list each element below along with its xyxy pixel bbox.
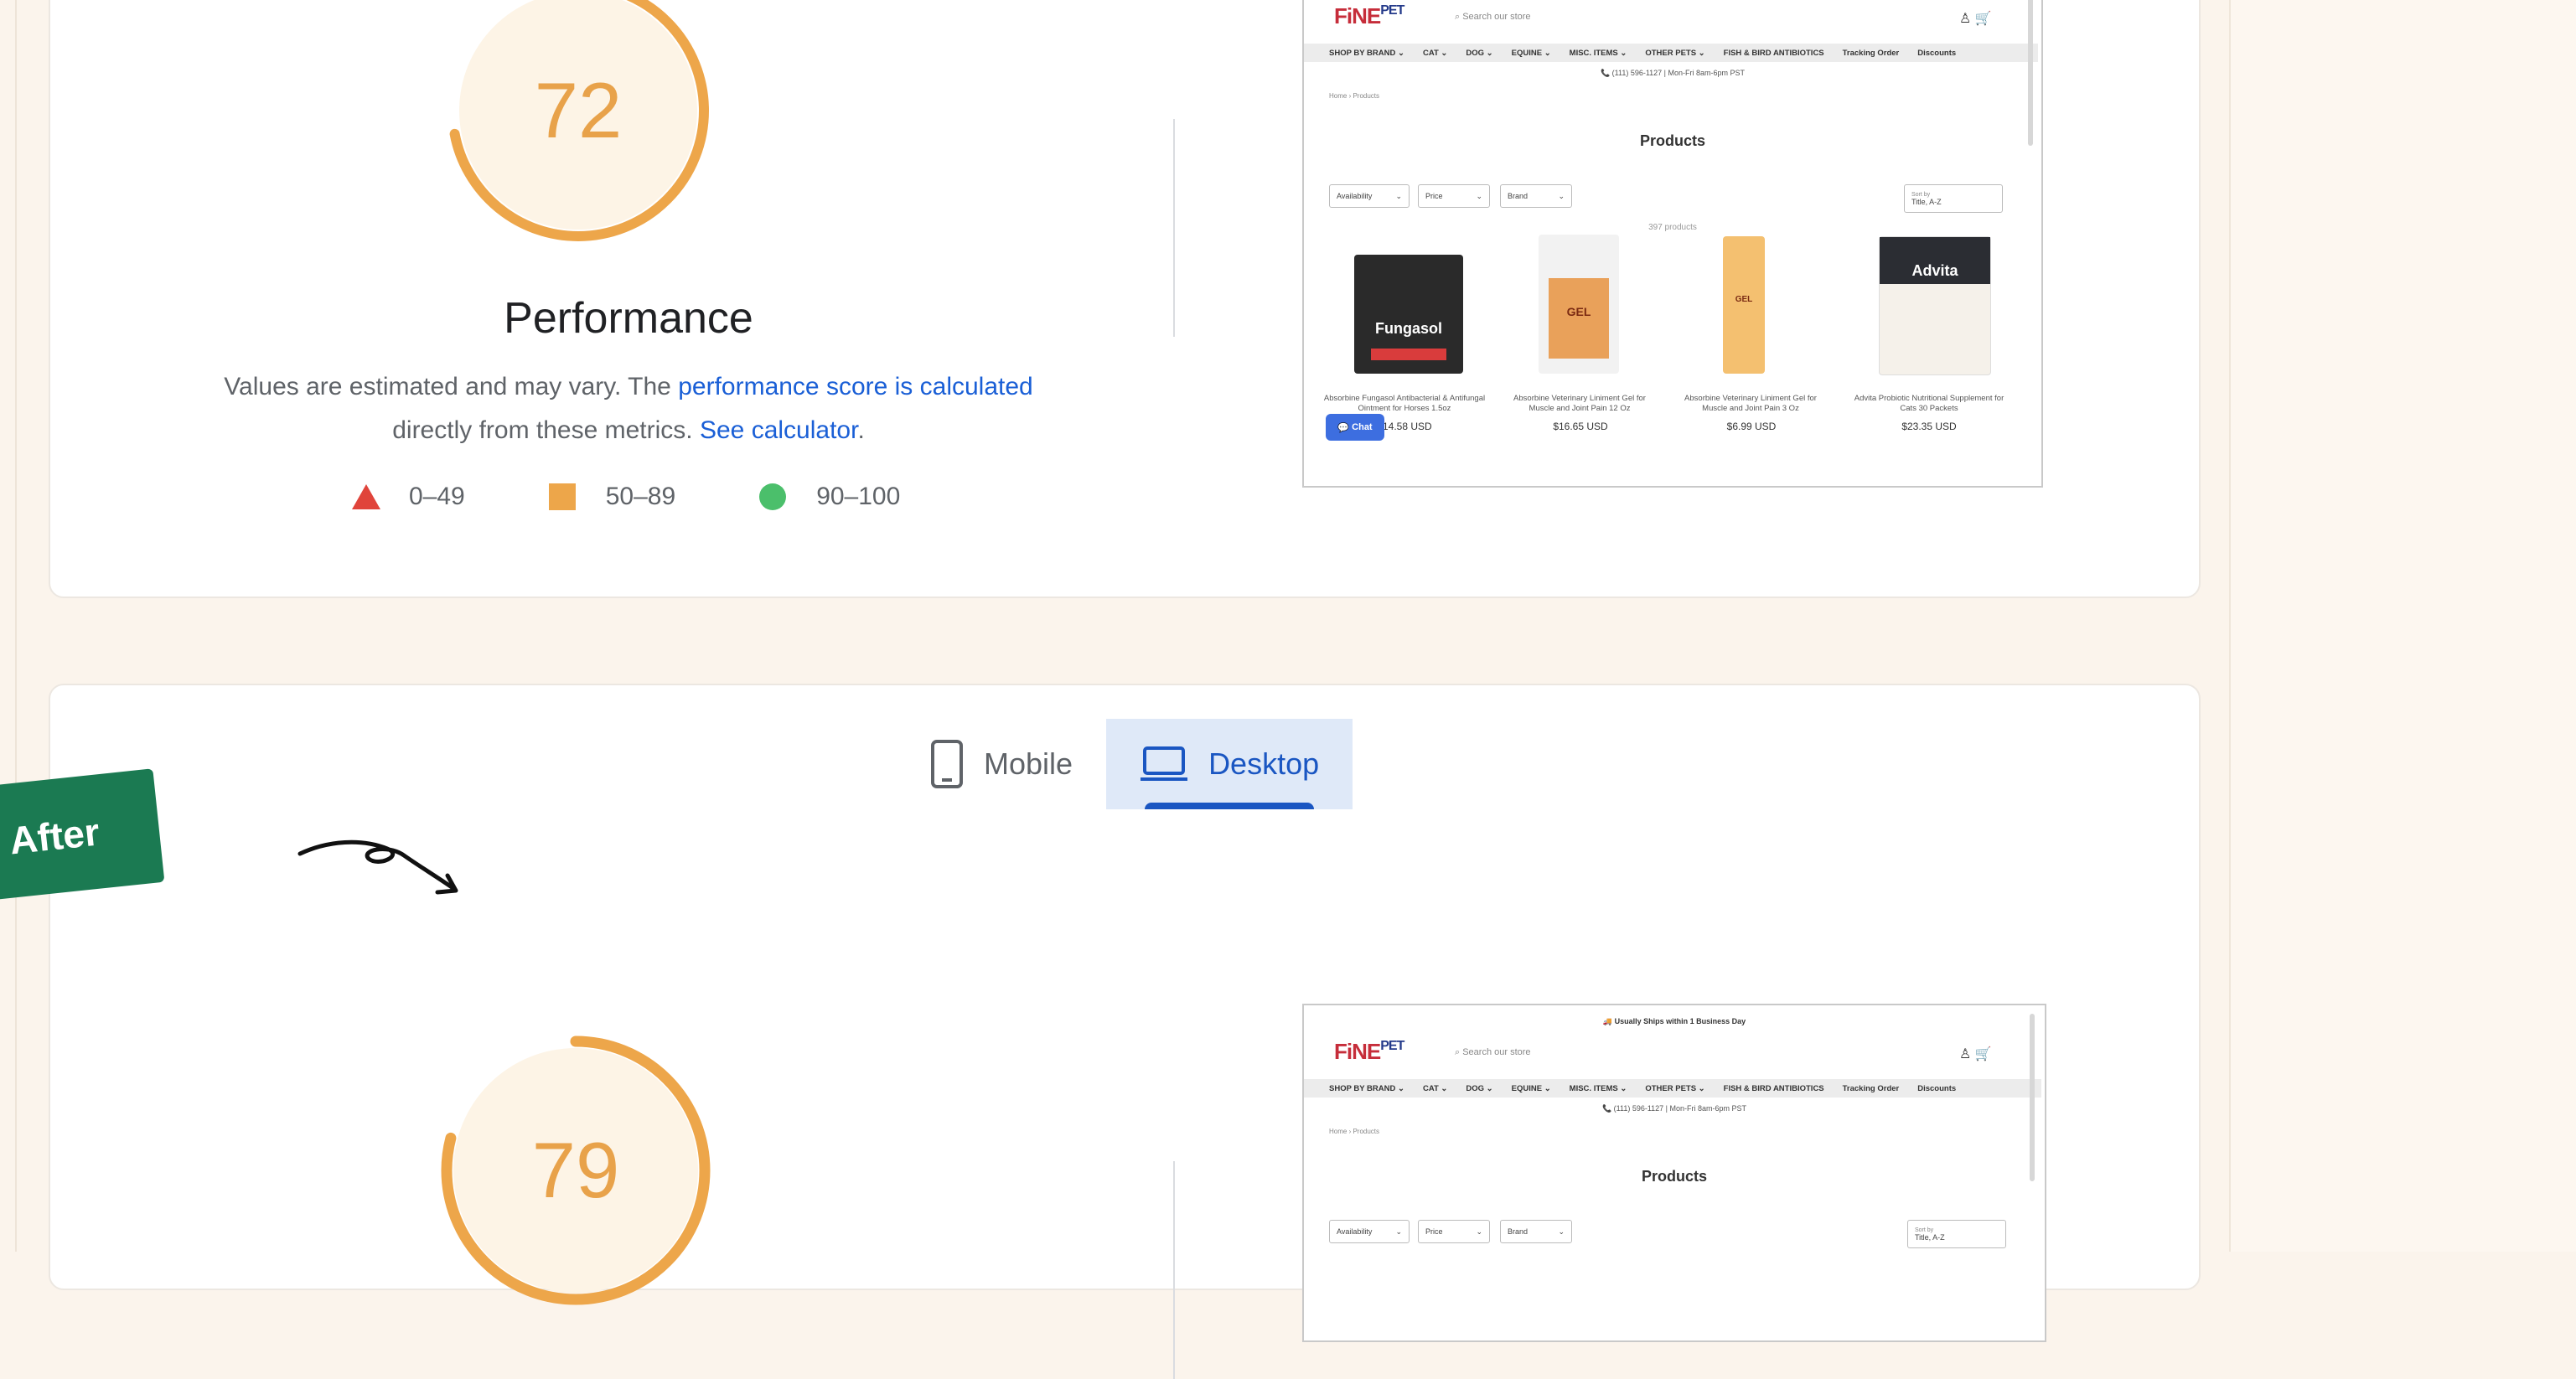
product-count: 397 products [1648, 223, 1697, 232]
filter-price: Price ⌄ [1418, 1220, 1490, 1243]
chat-bubble: 💬 Chat [1326, 414, 1384, 441]
product-name: Advita Probiotic Nutritional Supplement … [1854, 394, 2004, 413]
site-logo: FiNEPET [1334, 3, 1404, 28]
curved-arrow-icon [297, 839, 458, 895]
site-breadcrumb: Home › Products [1329, 92, 1380, 100]
site-nav-item: OTHER PETS ⌄ [1645, 48, 1705, 58]
tab-mobile-label: Mobile [984, 746, 1073, 781]
category-title: Performance [504, 294, 753, 343]
circle-icon [759, 483, 787, 510]
product-image: Fungasol [1354, 255, 1463, 374]
score-description: Values are estimated and may vary. The p… [184, 365, 1073, 452]
vertical-divider [1173, 1161, 1175, 1379]
site-nav-item: FISH & BIRD ANTIBIOTICS [1723, 1083, 1824, 1093]
product-name: Absorbine Veterinary Liniment Gel for Mu… [1684, 394, 1817, 413]
site-nav: SHOP BY BRAND ⌄ CAT ⌄ DOG ⌄ EQUINE ⌄ MISC. I… [1304, 44, 2038, 62]
product-image: GEL [1723, 236, 1765, 374]
tab-mobile[interactable]: Mobile [897, 719, 1106, 809]
site-breadcrumb: Home › Products [1329, 1128, 1380, 1135]
score-value: 72 [534, 66, 623, 154]
product-price: $23.35 USD [1901, 421, 1957, 432]
site-nav-item: MISC. ITEMS ⌄ [1569, 48, 1627, 58]
after-badge: After [0, 768, 165, 904]
legend-pass: 90–100 [759, 483, 900, 511]
scrollbar [2028, 0, 2033, 146]
site-search-placeholder: Search our store [1462, 12, 1531, 22]
active-tab-indicator [1145, 803, 1315, 809]
legend-average: 50–89 [548, 483, 676, 511]
site-nav-item: EQUINE ⌄ [1511, 48, 1551, 58]
performance-card-before: 72 Performance Values are estimated and … [49, 0, 2201, 598]
site-nav: SHOP BY BRAND ⌄ CAT ⌄ DOG ⌄ EQUINE ⌄ MISC. I… [1304, 1079, 2041, 1098]
desc-text: Values are estimated and may vary. The [224, 373, 679, 400]
filter-price: Price ⌄ [1418, 184, 1490, 208]
account-cart-icons: ♙ 🛒 [1959, 12, 1992, 26]
site-search: ⌕ Search our store [1455, 1047, 1531, 1057]
site-nav-item: DOG ⌄ [1466, 1083, 1493, 1093]
tab-desktop[interactable]: Desktop [1106, 719, 1353, 809]
square-icon [548, 483, 576, 510]
filter-brand: Brand ⌄ [1500, 184, 1572, 208]
filter-availability: Availability ⌄ [1329, 184, 1410, 208]
site-nav-item: MISC. ITEMS ⌄ [1569, 1083, 1627, 1093]
triangle-icon [352, 484, 380, 509]
site-nav-item: EQUINE ⌄ [1511, 1083, 1551, 1093]
ship-banner: 🚚 Usually Ships within 1 Business Day [1602, 1017, 1746, 1025]
right-column [2229, 0, 2576, 1252]
site-nav-item: FISH & BIRD ANTIBIOTICS [1723, 48, 1824, 58]
product-name: Absorbine Fungasol Antibacterial & Antif… [1323, 394, 1486, 413]
page-screenshot-after: 🚚 Usually Ships within 1 Business Day Fi… [1302, 1004, 2046, 1342]
legend-average-label: 50–89 [605, 483, 676, 510]
score-legend: 0–49 50–89 90–100 [352, 483, 984, 511]
site-nav-item: Discounts [1917, 1083, 1957, 1093]
vertical-divider [1173, 119, 1175, 337]
device-tabs: Mobile Desktop [897, 719, 1353, 809]
legend-fail-label: 0–49 [409, 483, 465, 510]
account-cart-icons: ♙ 🛒 [1959, 1047, 1992, 1061]
site-nav-item: CAT ⌄ [1422, 1083, 1448, 1093]
site-search-placeholder: Search our store [1462, 1047, 1531, 1057]
site-phone: 📞 (111) 596-1127 | Mon-Fri 8am-6pm PST [1601, 1104, 1747, 1113]
phone-icon [931, 740, 963, 788]
site-nav-item: Discounts [1917, 48, 1957, 58]
score-gauge-before: 72 [444, 0, 712, 245]
site-nav-item: CAT ⌄ [1422, 48, 1448, 58]
site-search: ⌕ Search our store [1455, 12, 1531, 22]
sort-select: Sort by Title, A-Z [1904, 184, 2003, 213]
site-logo: FiNEPET [1334, 1039, 1404, 1064]
product-price: $16.65 USD [1553, 421, 1608, 432]
score-value: 79 [531, 1126, 620, 1214]
filter-brand: Brand ⌄ [1500, 1220, 1572, 1243]
legend-pass-label: 90–100 [816, 483, 901, 510]
page-screenshot-before: FiNEPET ⌕ Search our store ♙ 🛒 SHOP BY B… [1302, 0, 2043, 488]
site-nav-item: DOG ⌄ [1466, 48, 1493, 58]
left-rule [15, 0, 17, 1252]
site-phone: 📞 (111) 596-1127 | Mon-Fri 8am-6pm PST [1600, 69, 1746, 77]
product-image: Advita [1879, 236, 1991, 375]
desc-period: . [857, 416, 865, 444]
site-heading: Products [1641, 1168, 1707, 1185]
desc-text-2: directly from these metrics. [392, 416, 700, 444]
sort-select: Sort by Title, A-Z [1907, 1220, 2006, 1248]
site-nav-item: OTHER PETS ⌄ [1645, 1083, 1705, 1093]
laptop-icon [1141, 746, 1188, 781]
score-gauge-after: 79 [437, 1032, 714, 1309]
site-heading: Products [1639, 132, 1705, 149]
tab-desktop-label: Desktop [1208, 746, 1320, 781]
site-nav-item: SHOP BY BRAND ⌄ [1329, 48, 1404, 58]
scrollbar [2030, 1014, 2035, 1181]
filter-availability: Availability ⌄ [1329, 1220, 1410, 1243]
site-nav-item: Tracking Order [1842, 1083, 1900, 1093]
legend-fail: 0–49 [352, 483, 465, 511]
product-image: GEL [1539, 235, 1619, 374]
product-name: Absorbine Veterinary Liniment Gel for Mu… [1513, 394, 1646, 413]
product-price: $6.99 USD [1726, 421, 1777, 432]
score-calculated-link[interactable]: performance score is calculated [678, 373, 1033, 400]
site-nav-item: Tracking Order [1842, 48, 1900, 58]
site-nav-item: SHOP BY BRAND ⌄ [1329, 1083, 1404, 1093]
see-calculator-link[interactable]: See calculator [700, 416, 857, 444]
